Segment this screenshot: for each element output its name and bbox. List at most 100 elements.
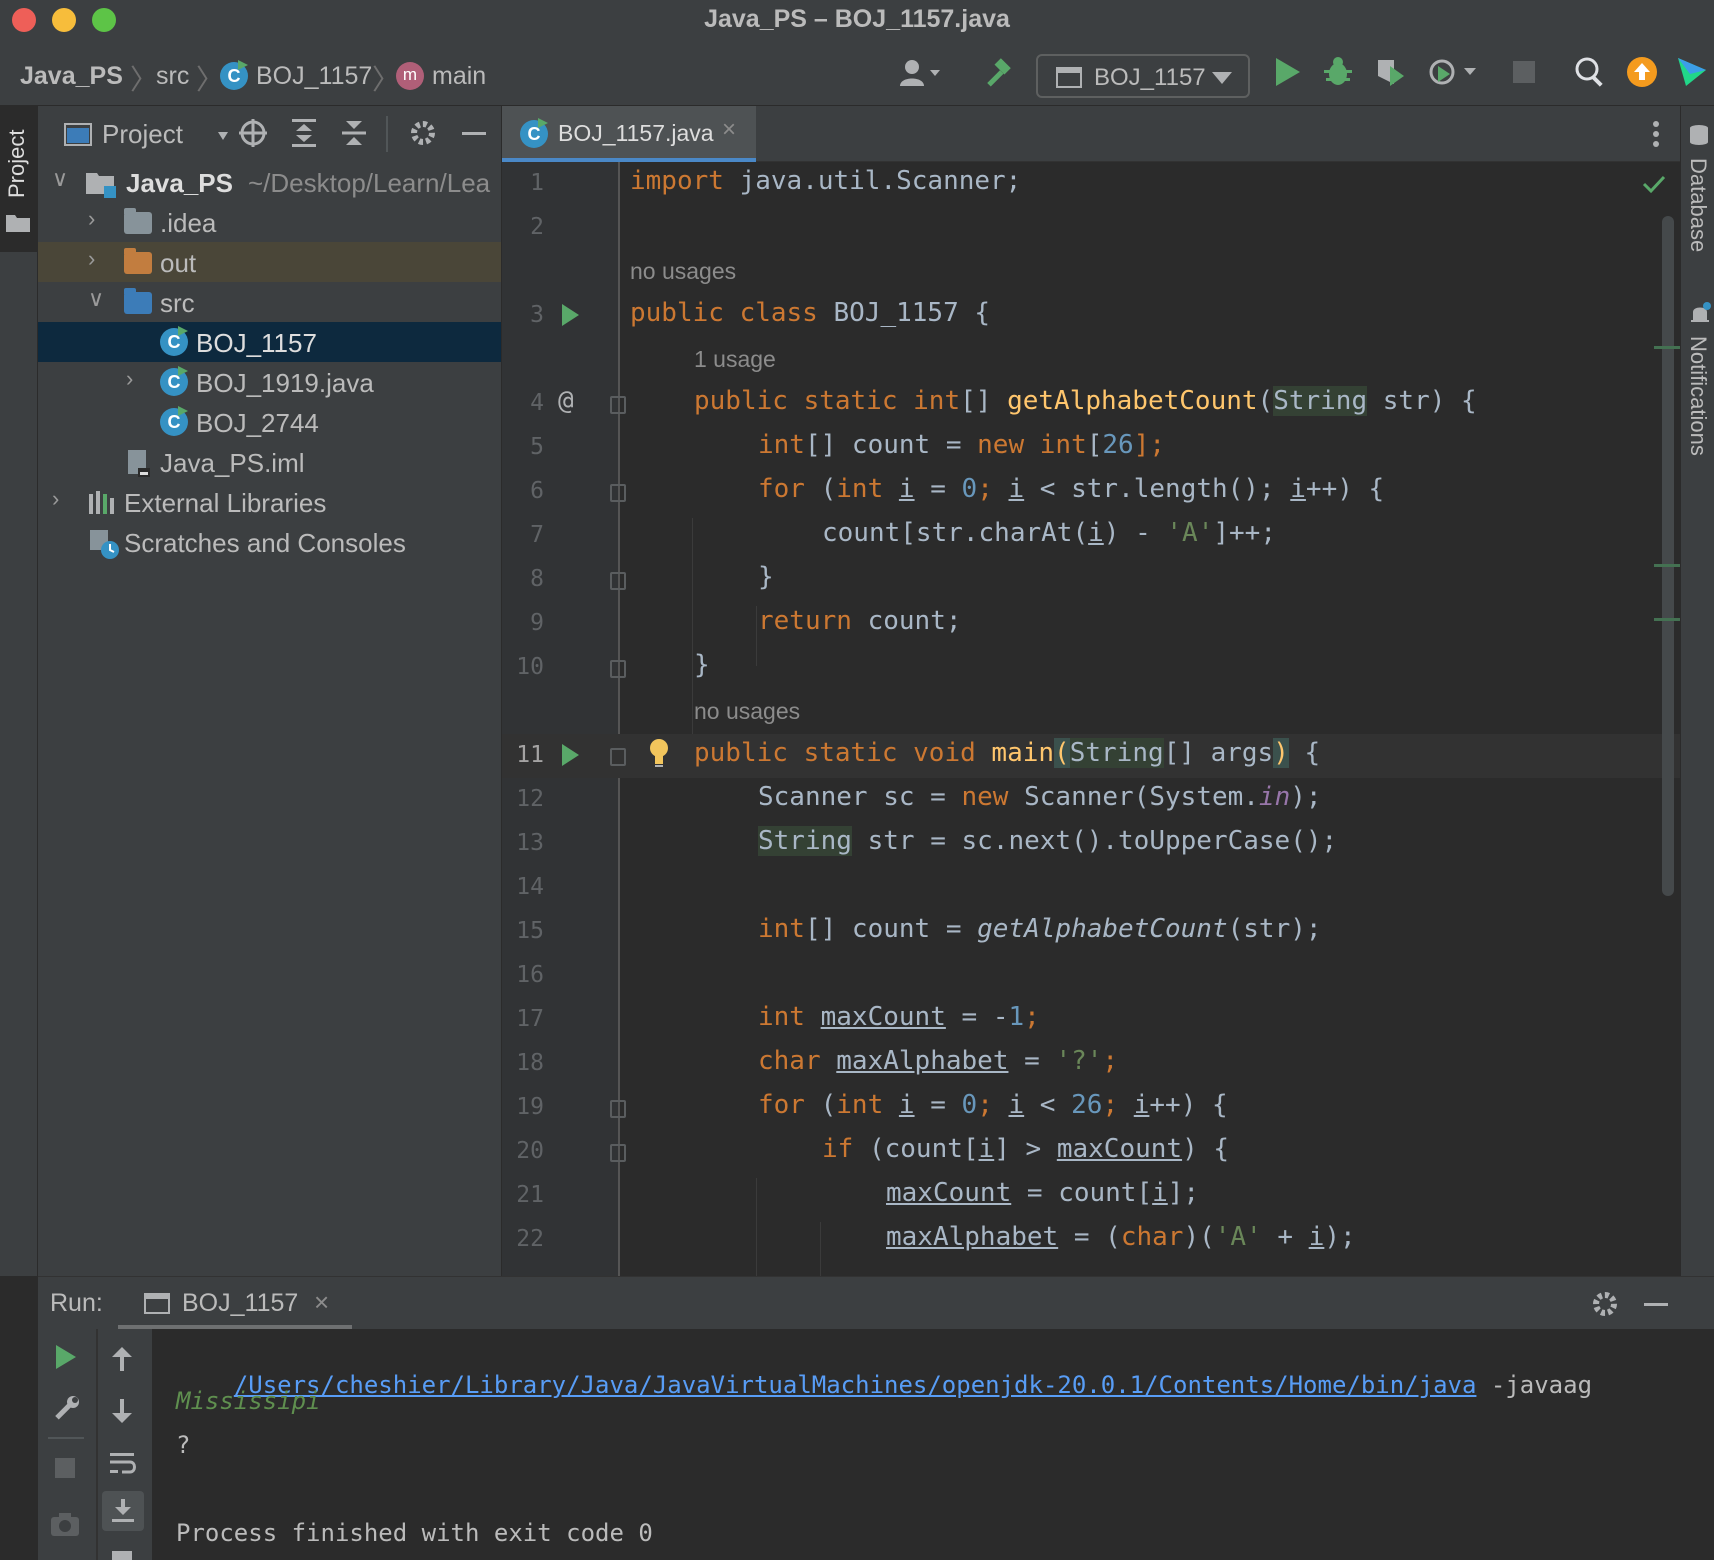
stop-icon[interactable]: [1512, 60, 1536, 90]
editor-scrollbar[interactable]: [1662, 216, 1674, 896]
fold-icon[interactable]: [610, 572, 626, 590]
wrench-icon[interactable]: [52, 1395, 80, 1423]
print-icon[interactable]: [112, 1551, 132, 1560]
minimize-panel-icon[interactable]: [462, 132, 486, 135]
run-icon[interactable]: [1274, 56, 1302, 94]
chevron-down-icon[interactable]: ∨: [88, 286, 104, 312]
tree-item-iml[interactable]: Java_PS.iml: [38, 442, 501, 482]
run-tab-boj-1157[interactable]: BOJ_1157: [182, 1289, 298, 1318]
coverage-icon[interactable]: [1374, 56, 1406, 94]
camera-icon[interactable]: [50, 1511, 80, 1537]
search-icon[interactable]: [1574, 56, 1606, 94]
collapse-all-icon[interactable]: [340, 118, 368, 148]
tree-project-path: ~/Desktop/Learn/Lea: [248, 168, 491, 198]
run-gutter-icon[interactable]: [562, 304, 579, 326]
chevron-down-icon[interactable]: ∨: [52, 166, 68, 192]
chevron-right-icon[interactable]: ›: [126, 366, 133, 392]
code-token: 'A': [1214, 1222, 1262, 1252]
expand-all-icon[interactable]: [290, 118, 318, 148]
usage-hint[interactable]: 1 usage: [694, 346, 776, 373]
code-token: ] >: [994, 1134, 1057, 1164]
change-marker[interactable]: [1654, 346, 1680, 349]
run-configuration-dropdown[interactable]: BOJ_1157: [1036, 54, 1250, 98]
code-token: public static void: [694, 738, 976, 768]
project-view-icon: [64, 123, 92, 146]
check-icon[interactable]: [1642, 174, 1666, 194]
rerun-icon[interactable]: [54, 1343, 78, 1371]
minimize-panel-icon[interactable]: [1644, 1303, 1668, 1306]
run-tab-underline: [118, 1325, 352, 1329]
line-number: 16: [516, 962, 544, 988]
fold-icon[interactable]: [610, 396, 626, 414]
fold-icon[interactable]: [610, 660, 626, 678]
notifications-tool-tab[interactable]: Notifications: [1685, 336, 1711, 456]
logo-icon[interactable]: [1676, 56, 1708, 94]
fold-icon[interactable]: [610, 1144, 626, 1162]
code-token: public static int: [694, 386, 961, 416]
tree-item-scratches[interactable]: Scratches and Consoles: [38, 522, 501, 562]
soft-wrap-icon[interactable]: [108, 1449, 136, 1477]
fold-icon[interactable]: [610, 748, 626, 766]
scroll-to-end-button[interactable]: [102, 1491, 144, 1531]
profile-icon[interactable]: [1428, 56, 1480, 94]
update-icon[interactable]: [1626, 56, 1658, 94]
project-tool-tab[interactable]: Project: [0, 106, 38, 252]
tree-item-boj-1157[interactable]: C BOJ_1157: [38, 322, 501, 362]
breadcrumb-src[interactable]: src: [156, 62, 189, 91]
locate-icon[interactable]: [238, 118, 268, 148]
line-number: 6: [530, 478, 544, 504]
code-token: new int: [977, 430, 1087, 460]
tree-item-src[interactable]: ∨ src: [38, 282, 501, 322]
breadcrumb-project[interactable]: Java_PS: [20, 62, 123, 91]
usage-hint[interactable]: no usages: [630, 258, 736, 285]
user-icon[interactable]: [898, 58, 942, 94]
tree-item-idea[interactable]: › .idea: [38, 202, 501, 242]
breadcrumb-method[interactable]: main: [432, 62, 486, 91]
editor-tab-boj-1157[interactable]: C BOJ_1157.java ×: [502, 106, 756, 162]
arrow-up-icon[interactable]: [110, 1345, 134, 1373]
chevron-right-icon[interactable]: ›: [88, 246, 95, 272]
breadcrumb-class[interactable]: BOJ_1157: [256, 62, 372, 91]
tree-item-out[interactable]: › out: [38, 242, 501, 282]
tree-item-external-libraries[interactable]: › External Libraries: [38, 482, 501, 522]
gear-icon[interactable]: [408, 118, 438, 148]
project-panel-title[interactable]: Project: [102, 119, 183, 150]
hammer-icon[interactable]: [982, 58, 1014, 96]
code-token: ]++;: [1213, 518, 1276, 548]
fold-icon[interactable]: [610, 1100, 626, 1118]
code-text: import java.util.Scanner;: [630, 166, 1021, 196]
gear-icon[interactable]: [1590, 1289, 1620, 1319]
run-gutter-icon[interactable]: [562, 744, 579, 766]
tree-item-boj-2744[interactable]: C BOJ_2744: [38, 402, 501, 442]
close-icon[interactable]: ×: [314, 1287, 329, 1318]
code-token: i: [1088, 518, 1104, 548]
java-args: -javaag: [1476, 1371, 1593, 1399]
database-tool-tab[interactable]: Database: [1685, 158, 1711, 252]
code-editor[interactable]: C BOJ_1157.java × 1 import java.util.Sca…: [502, 106, 1680, 1276]
code-token: char: [758, 1046, 821, 1076]
stop-icon[interactable]: [54, 1457, 76, 1479]
fold-icon[interactable]: [610, 484, 626, 502]
close-icon[interactable]: ×: [722, 116, 736, 144]
code-token: maxAlphabet: [886, 1222, 1059, 1252]
iml-file-icon: [128, 450, 150, 477]
chevron-right-icon[interactable]: ›: [52, 486, 59, 512]
usage-hint[interactable]: no usages: [694, 698, 800, 725]
code-line-12: 12 Scanner sc = new Scanner(System.in);: [502, 778, 1680, 822]
change-marker[interactable]: [1654, 618, 1680, 621]
java-path-link[interactable]: /Users/cheshier/Library/Java/JavaVirtual…: [234, 1371, 1477, 1399]
usage-hint-line: no usages: [502, 250, 1680, 294]
lightbulb-icon[interactable]: [648, 738, 670, 768]
arrow-down-icon[interactable]: [110, 1397, 134, 1425]
more-options-icon[interactable]: [1652, 120, 1660, 148]
tree-item-java-ps[interactable]: ∨ Java_PS ~/Desktop/Learn/Lea: [38, 162, 501, 202]
code-token: <: [1024, 1090, 1072, 1120]
tree-item-boj-1919[interactable]: › C BOJ_1919.java: [38, 362, 501, 402]
change-marker[interactable]: [1654, 564, 1680, 567]
chevron-right-icon[interactable]: ›: [88, 206, 95, 232]
implementation-marker-icon[interactable]: @: [558, 386, 574, 416]
chevron-down-icon[interactable]: [218, 132, 228, 140]
debug-icon[interactable]: [1322, 56, 1354, 94]
code-text: maxCount = count[i];: [886, 1178, 1199, 1208]
